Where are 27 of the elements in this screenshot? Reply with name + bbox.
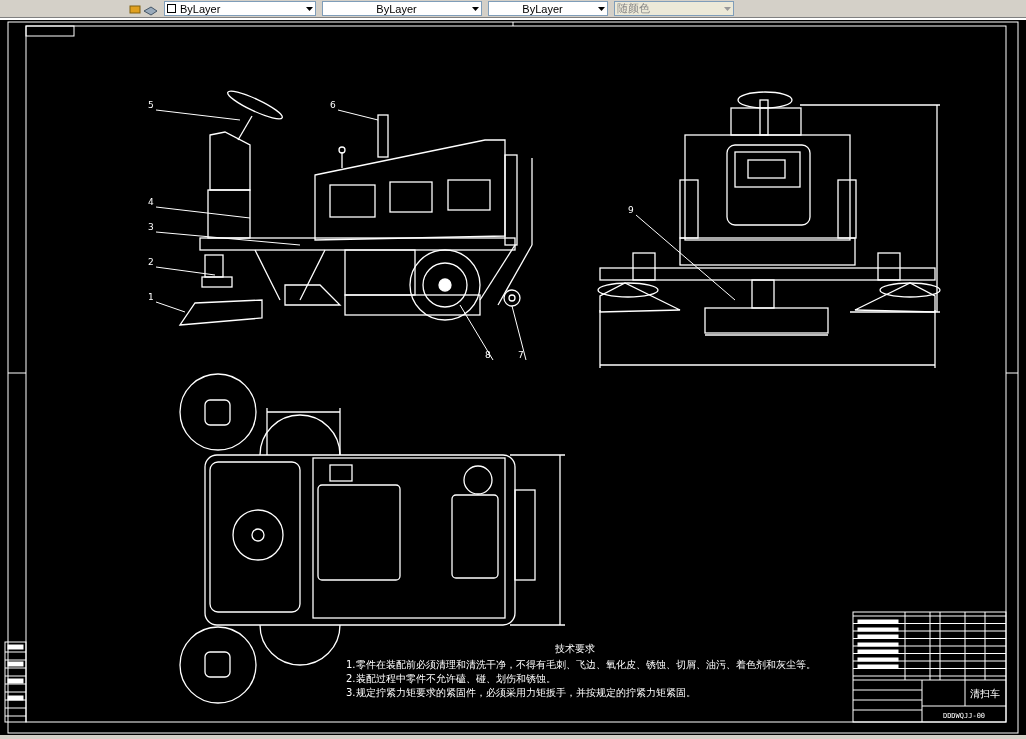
property-dropdown[interactable]: ByLayer — [488, 1, 608, 17]
leader-line — [459, 304, 494, 361]
technical-note: 2.装配过程中零件不允许磕、碰、划伤和锈蚀。 — [346, 673, 556, 685]
property-dropdown[interactable]: ByLayer — [322, 1, 482, 17]
property-dropdown[interactable]: ByLayer — [164, 1, 316, 17]
leader-line — [511, 305, 527, 361]
balloon-number: 5 — [148, 100, 154, 111]
drawing-name: 清扫车 — [970, 688, 1000, 700]
leader-line — [155, 301, 186, 313]
technical-note: 3.规定拧紧力矩要求的紧固件，必须采用力矩扳手，并按规定的拧紧力矩紧固。 — [346, 687, 696, 699]
balloon-number: 2 — [148, 257, 154, 268]
color-swatch-icon — [167, 4, 176, 14]
balloon-number: 4 — [148, 197, 154, 208]
balloon-number: 3 — [148, 222, 154, 233]
leader-line — [155, 266, 216, 276]
balloon-number: 1 — [148, 292, 154, 303]
balloon-number: 7 — [518, 350, 524, 361]
caret-icon — [306, 6, 313, 11]
caret-icon — [598, 6, 605, 11]
notes-title: 技术要求 — [555, 643, 595, 655]
balloon-number: 8 — [485, 350, 491, 361]
balloon-number: 6 — [330, 100, 336, 111]
balloon-number: 9 — [628, 205, 634, 216]
leader-line — [337, 109, 379, 121]
caret-icon — [472, 6, 479, 11]
caret-icon — [724, 6, 731, 11]
technical-note: 1.零件在装配前必须清理和清洗干净，不得有毛刺、飞边、氧化皮、锈蚀、切屑、油污、着色剂和灰尘等。 — [346, 659, 816, 671]
